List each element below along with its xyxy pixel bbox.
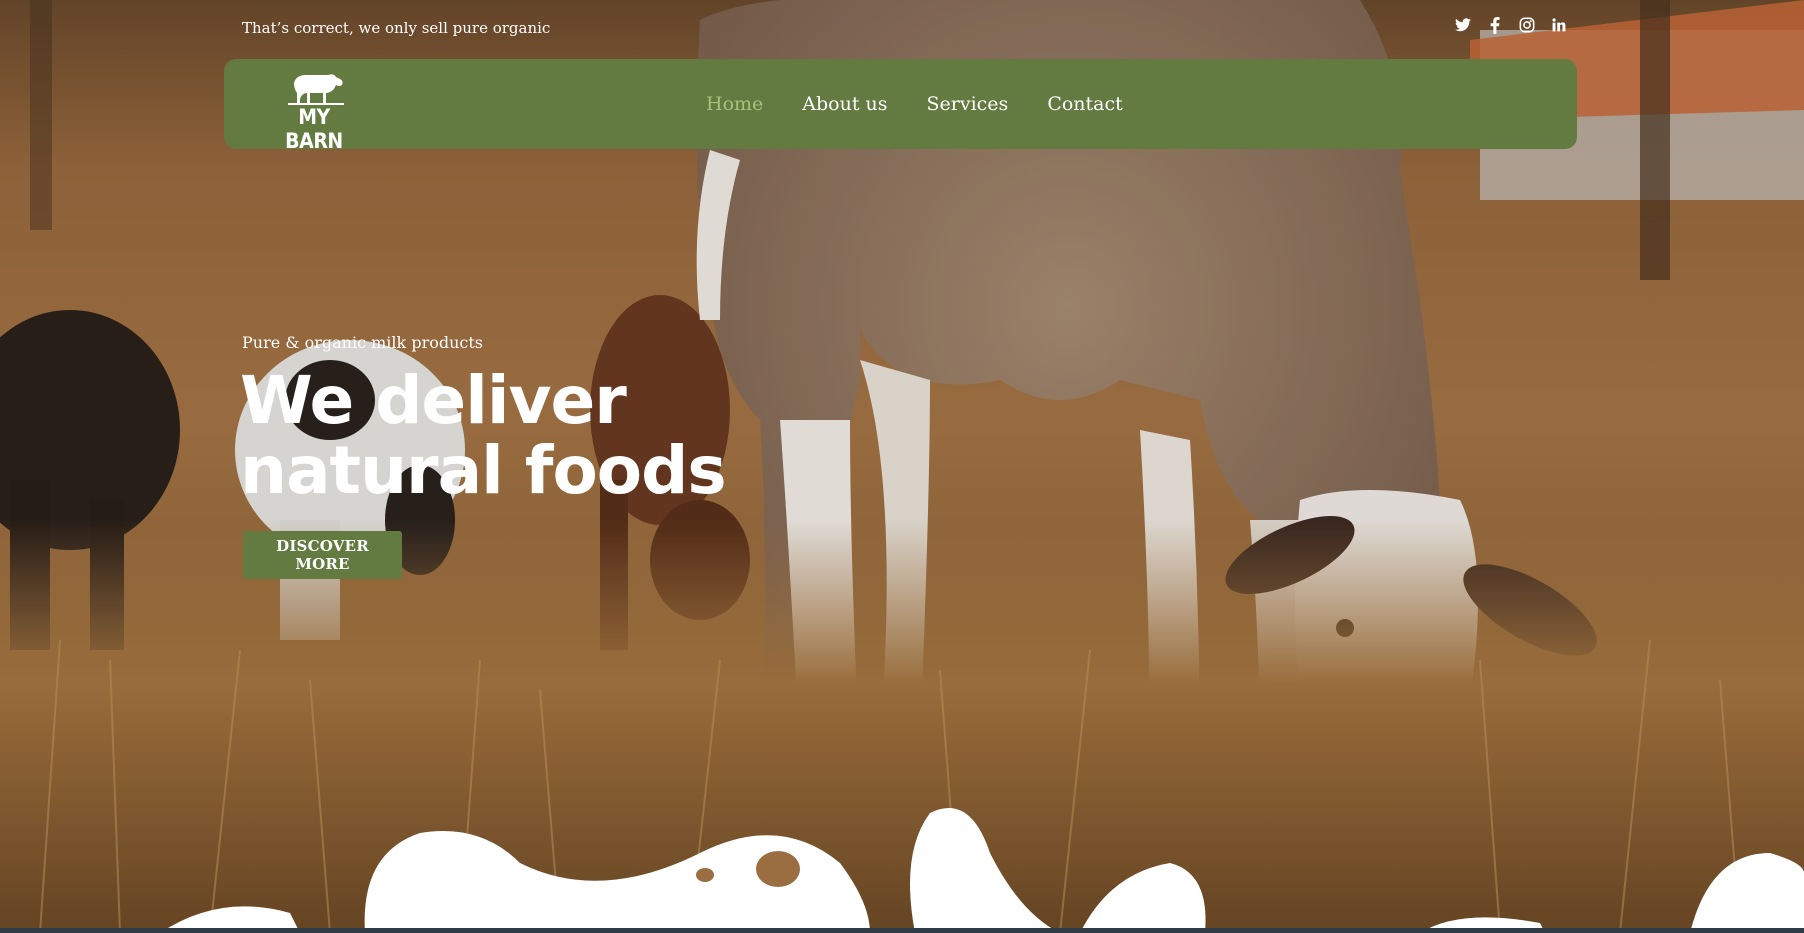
main-navbar: MY BARN Home About us Services Contact: [224, 59, 1577, 153]
hero-title-line-2: natural foods: [240, 432, 727, 509]
nav-links: Home About us Services Contact: [706, 59, 1123, 149]
facebook-icon[interactable]: [1486, 16, 1504, 34]
milk-splash-decoration: [160, 808, 1804, 933]
brand-logo[interactable]: MY BARN: [266, 69, 362, 153]
hero-title: We deliver natural foods: [240, 366, 727, 509]
instagram-icon[interactable]: [1518, 16, 1536, 34]
nav-link-about-us[interactable]: About us: [802, 93, 887, 115]
nav-link-services[interactable]: Services: [927, 93, 1009, 115]
discover-more-button[interactable]: DISCOVER MORE: [243, 531, 402, 579]
hero-title-line-1: We deliver: [240, 362, 627, 439]
hero-eyebrow: Pure & organic milk products: [242, 333, 483, 352]
linkedin-icon[interactable]: [1550, 16, 1568, 34]
bottom-strip: [0, 928, 1804, 933]
topbar-tagline: That’s correct, we only sell pure organi…: [242, 19, 551, 37]
nav-link-contact[interactable]: Contact: [1047, 93, 1122, 115]
nav-link-home[interactable]: Home: [706, 93, 763, 115]
social-links: [1454, 16, 1568, 34]
twitter-icon[interactable]: [1454, 16, 1472, 34]
page: That’s correct, we only sell pure organi…: [0, 0, 1804, 933]
cow-logo-icon: [288, 74, 344, 105]
logo-text: MY BARN: [285, 105, 343, 153]
